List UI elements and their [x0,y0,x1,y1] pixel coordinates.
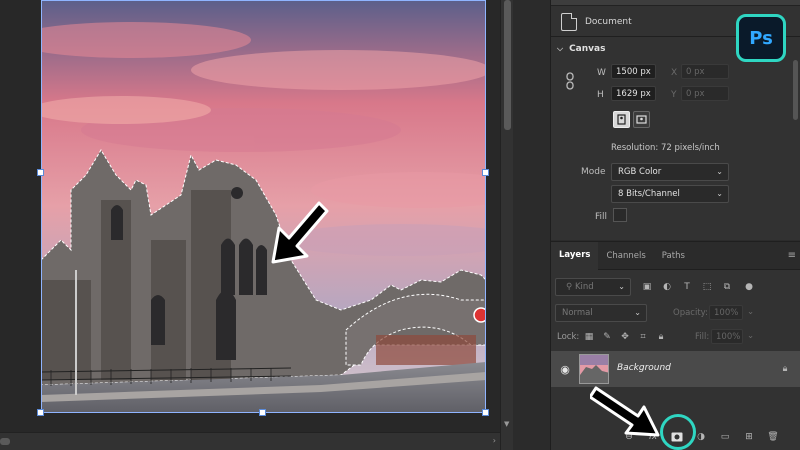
document-icon [561,13,577,31]
cathedral-photo [41,0,486,413]
chevron-down-icon: ⌄ [634,308,641,317]
fill-label: Fill: [695,332,710,342]
canvas-section-title: Canvas [569,44,606,54]
lock-label: Lock: [557,332,580,342]
landscape-orientation-button[interactable] [633,111,650,128]
bits-value: 8 Bits/Channel [618,189,680,199]
link-constrain-icon[interactable] [565,71,575,91]
opacity-label: Opacity: [673,308,708,318]
y-label: Y [671,90,677,100]
scroll-down-arrow-icon[interactable]: ▼ [504,420,509,428]
transform-handle-right[interactable] [482,169,489,176]
lock-image-pixels-icon[interactable]: ✎ [601,331,613,343]
transform-handle-bottom-right[interactable] [482,409,489,416]
canvas-area[interactable] [0,0,500,432]
document-label: Document [585,17,632,27]
scroll-right-arrow-icon[interactable]: › [493,436,496,445]
transform-handle-left[interactable] [37,169,44,176]
tab-paths[interactable]: Paths [654,242,693,270]
panel-menu-icon[interactable]: ≡ [788,250,796,261]
lock-position-icon[interactable]: ✥ [619,331,631,343]
width-label: W [597,68,606,78]
document-row: Document [561,12,632,32]
filter-toggle-icon[interactable]: ● [743,281,755,293]
chevron-down-icon: ⌄ [716,167,723,176]
filter-shape-icon[interactable]: ⬚ [701,281,713,293]
blend-mode-dropdown[interactable]: Normal ⌄ [555,304,647,322]
blend-mode-value: Normal [562,308,593,318]
folder-icon[interactable]: ▭ [719,431,731,443]
layer-row-background[interactable]: ◉ Background 🔒︎ [551,351,800,387]
kind-filter-dropdown[interactable]: ⚲ Kind ⌄ [555,278,631,296]
resolution-text: Resolution: 72 pixels/inch [611,143,720,153]
filter-smart-object-icon[interactable]: ⧉ [721,281,733,293]
fill-swatch[interactable] [613,208,627,222]
lock-all-icon[interactable]: 🔒︎ [655,331,667,343]
layer-lock-icon[interactable]: 🔒︎ [779,363,791,375]
vertical-scrollbar[interactable]: ▼ [500,0,513,450]
mode-label: Mode [581,167,606,177]
visibility-eye-icon[interactable]: ◉ [559,363,571,376]
chevron-down-icon: ⌄ [618,282,625,291]
search-icon: ⚲ [566,282,573,292]
chevron-down-icon: ⌄ [716,189,723,198]
transform-handle-bottom[interactable] [259,409,266,416]
horizontal-scrollbar[interactable]: › [0,432,500,450]
portrait-orientation-button[interactable] [613,111,630,128]
filter-adjustment-icon[interactable]: ◐ [661,281,673,293]
landscape-icon [636,115,647,124]
photoshop-logo: Ps [736,14,786,62]
height-field[interactable]: 1629 px [611,86,656,101]
width-field[interactable]: 1500 px [611,64,656,79]
panel-header-strip [551,0,800,6]
transform-handle-bottom-left[interactable] [37,409,44,416]
document-image[interactable] [41,0,486,413]
ps-logo-text: Ps [749,27,773,49]
panel-scrollbar[interactable] [793,60,798,120]
fill-field[interactable]: 100% [711,329,743,344]
lock-artboard-icon[interactable]: ⌗ [637,331,649,343]
bits-dropdown[interactable]: 8 Bits/Channel ⌄ [611,185,729,203]
tab-layers[interactable]: Layers [551,242,599,270]
layers-tab-bar: Layers Channels Paths ≡ [551,242,800,270]
new-layer-icon[interactable]: ⊞ [743,431,755,443]
tab-channels[interactable]: Channels [598,242,653,270]
height-label: H [597,90,604,100]
opacity-field[interactable]: 100% [709,305,743,320]
fill-label: Fill [595,212,608,222]
portrait-icon [617,114,626,125]
mode-dropdown[interactable]: RGB Color ⌄ [611,163,729,181]
x-label: X [671,68,678,78]
filter-image-icon[interactable]: ▣ [641,281,653,293]
chevron-down-icon[interactable]: ⌵ [557,44,563,54]
x-field[interactable]: 0 px [681,64,729,79]
kind-label: Kind [574,282,594,292]
adjustment-layer-icon[interactable]: ◑ [695,431,707,443]
tutorial-arrow-icon [590,386,660,437]
trash-icon[interactable]: 🗑︎ [767,431,779,443]
workspace: ▼ › [0,0,513,450]
horizontal-scroll-thumb[interactable] [0,438,10,445]
vertical-scroll-thumb[interactable] [504,0,511,130]
layer-name: Background [617,363,671,373]
filter-type-icon[interactable]: T [681,281,693,293]
fill-chevron-icon[interactable]: ⌄ [747,331,754,341]
lock-transparent-pixels-icon[interactable]: ▦ [583,331,595,343]
panel-dock-strip [513,0,551,450]
mode-value: RGB Color [618,167,662,177]
y-field[interactable]: 0 px [681,86,729,101]
canvas-section-header[interactable]: ⌵ Canvas [557,44,605,54]
opacity-chevron-icon[interactable]: ⌄ [747,307,754,317]
